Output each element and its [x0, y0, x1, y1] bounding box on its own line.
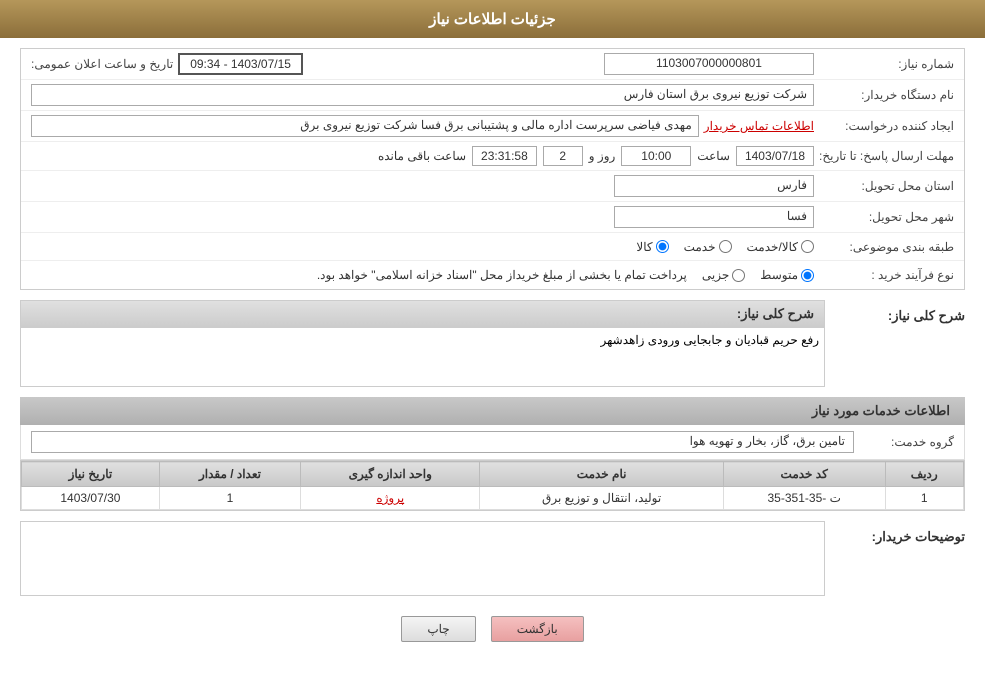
- cell-radif: 1: [885, 487, 964, 510]
- tawzih-section: توضیحات خریدار:: [20, 521, 965, 596]
- khadamat-section: اطلاعات خدمات مورد نیاز گروه خدمت: تامین…: [20, 397, 965, 511]
- tabaqe-khidmat: خدمت: [684, 240, 732, 254]
- cell-qty: 1: [159, 487, 300, 510]
- page-title: جزئیات اطلاعات نیاز: [0, 0, 985, 38]
- tabaqe-kala-khidmat-label: کالا/خدمت: [747, 240, 798, 254]
- khadamat-header: اطلاعات خدمات مورد نیاز: [20, 397, 965, 425]
- tabaqe-label: طبقه بندی موضوعی:: [814, 240, 954, 254]
- nogh-note: پرداخت تمام یا بخشی از مبلغ خریداز محل "…: [317, 268, 687, 282]
- ostan-value: فارس: [614, 175, 814, 197]
- back-button[interactable]: بازگشت: [491, 616, 584, 642]
- nogh-jozi-label: جزیی: [702, 268, 729, 282]
- col-radif: ردیف: [885, 462, 964, 487]
- tabaqe-kala-khidmat: کالا/خدمت: [747, 240, 814, 254]
- khadamat-table: ردیف کد خدمت نام خدمت واحد اندازه گیری ت…: [21, 461, 964, 510]
- nogh-row: نوع فرآیند خرید : متوسط جزیی پرداخت تمام…: [21, 261, 964, 289]
- announcement-label: تاریخ و ساعت اعلان عمومی:: [31, 57, 173, 71]
- sharh-section-header: شرح کلی نیاز:: [20, 300, 825, 327]
- goroh-label: گروه خدمت:: [854, 435, 954, 449]
- col-date: تاریخ نیاز: [22, 462, 160, 487]
- name-khardar-row: نام دستگاه خریدار: شرکت توزیع نیروی برق …: [21, 80, 964, 111]
- col-unit: واحد اندازه گیری: [301, 462, 480, 487]
- cell-name: تولید، انتقال و توزیع برق: [480, 487, 724, 510]
- ejad-value: مهدی فیاضی سرپرست اداره مالی و پشتیبانی …: [31, 115, 699, 137]
- mohlat-rooz: 2: [543, 146, 583, 166]
- name-khardar-label: نام دستگاه خریدار:: [814, 88, 954, 102]
- tawzih-textarea[interactable]: [21, 522, 824, 592]
- nogh-jozi: جزیی: [702, 268, 745, 282]
- shahr-label: شهر محل تحویل:: [814, 210, 954, 224]
- tabaqe-row: طبقه بندی موضوعی: کالا/خدمت خدمت کالا: [21, 233, 964, 261]
- shmare-niyaz-value: 1103007000000801: [604, 53, 814, 75]
- tabaqe-kala-khidmat-radio[interactable]: [801, 240, 814, 253]
- announcement-value: 1403/07/15 - 09:34: [178, 53, 303, 75]
- mohlat-saat-label: ساعت: [697, 149, 730, 163]
- nogh-jozi-radio[interactable]: [732, 269, 745, 282]
- shmare-niyaz-label: شماره نیاز:: [814, 57, 954, 71]
- nogh-label: نوع فرآیند خرید :: [814, 268, 954, 282]
- shmare-row: شماره نیاز: 1103007000000801 1403/07/15 …: [21, 49, 964, 80]
- col-name: نام خدمت: [480, 462, 724, 487]
- sharh-label: شرح کلی نیاز:: [825, 300, 965, 324]
- tawzih-label: توضیحات خریدار:: [825, 521, 965, 545]
- tabaqe-kala-label: کالا: [636, 240, 652, 254]
- tabaqe-kala-radio[interactable]: [656, 240, 669, 253]
- cell-unit: پروژه: [301, 487, 480, 510]
- cell-date: 1403/07/30: [22, 487, 160, 510]
- goroh-value: تامین برق، گاز، بخار و تهویه هوا: [31, 431, 854, 453]
- tabaqe-khidmat-radio[interactable]: [719, 240, 732, 253]
- shahr-row: شهر محل تحویل: فسا: [21, 202, 964, 233]
- ejad-label: ایجاد کننده درخواست:: [814, 119, 954, 133]
- ejad-contact-link[interactable]: اطلاعات تماس خریدار: [704, 119, 814, 133]
- shahr-value: فسا: [614, 206, 814, 228]
- name-khardar-value: شرکت توزیع نیروی برق استان فارس: [31, 84, 814, 106]
- mohlat-label: مهلت ارسال پاسخ: تا تاریخ:: [814, 149, 954, 163]
- mohlat-baqi: 23:31:58: [472, 146, 537, 166]
- col-qty: تعداد / مقدار: [159, 462, 300, 487]
- goroh-row: گروه خدمت: تامین برق، گاز، بخار و تهویه …: [20, 425, 965, 460]
- tabaqe-kala: کالا: [636, 240, 668, 254]
- ostan-label: استان محل تحویل:: [814, 179, 954, 193]
- mohlat-baqi-label: ساعت باقی مانده: [378, 149, 466, 163]
- mohlat-date: 1403/07/18: [736, 146, 814, 166]
- buttons-row: بازگشت چاپ: [20, 606, 965, 652]
- nogh-motawaset: متوسط: [760, 268, 814, 282]
- ostan-row: استان محل تحویل: فارس: [21, 171, 964, 202]
- nogh-radio-group: متوسط جزیی: [702, 268, 814, 282]
- mohlat-saat: 10:00: [621, 146, 691, 166]
- mohlat-row: مهلت ارسال پاسخ: تا تاریخ: 1403/07/18 سا…: [21, 142, 964, 171]
- mohlat-rooz-label: روز و: [589, 149, 616, 163]
- tabaqe-radio-group: کالا/خدمت خدمت کالا: [636, 240, 814, 254]
- tabaqe-khidmat-label: خدمت: [684, 240, 716, 254]
- print-button[interactable]: چاپ: [401, 616, 475, 642]
- khadamat-table-section: ردیف کد خدمت نام خدمت واحد اندازه گیری ت…: [20, 460, 965, 511]
- cell-code: ت -35-351-35: [723, 487, 885, 510]
- ejad-row: ایجاد کننده درخواست: اطلاعات تماس خریدار…: [21, 111, 964, 142]
- table-row: 1 ت -35-351-35 تولید، انتقال و توزیع برق…: [22, 487, 964, 510]
- nogh-motawaset-radio[interactable]: [801, 269, 814, 282]
- nogh-motawaset-label: متوسط: [760, 268, 798, 282]
- col-code: کد خدمت: [723, 462, 885, 487]
- sharh-textarea[interactable]: [21, 328, 824, 383]
